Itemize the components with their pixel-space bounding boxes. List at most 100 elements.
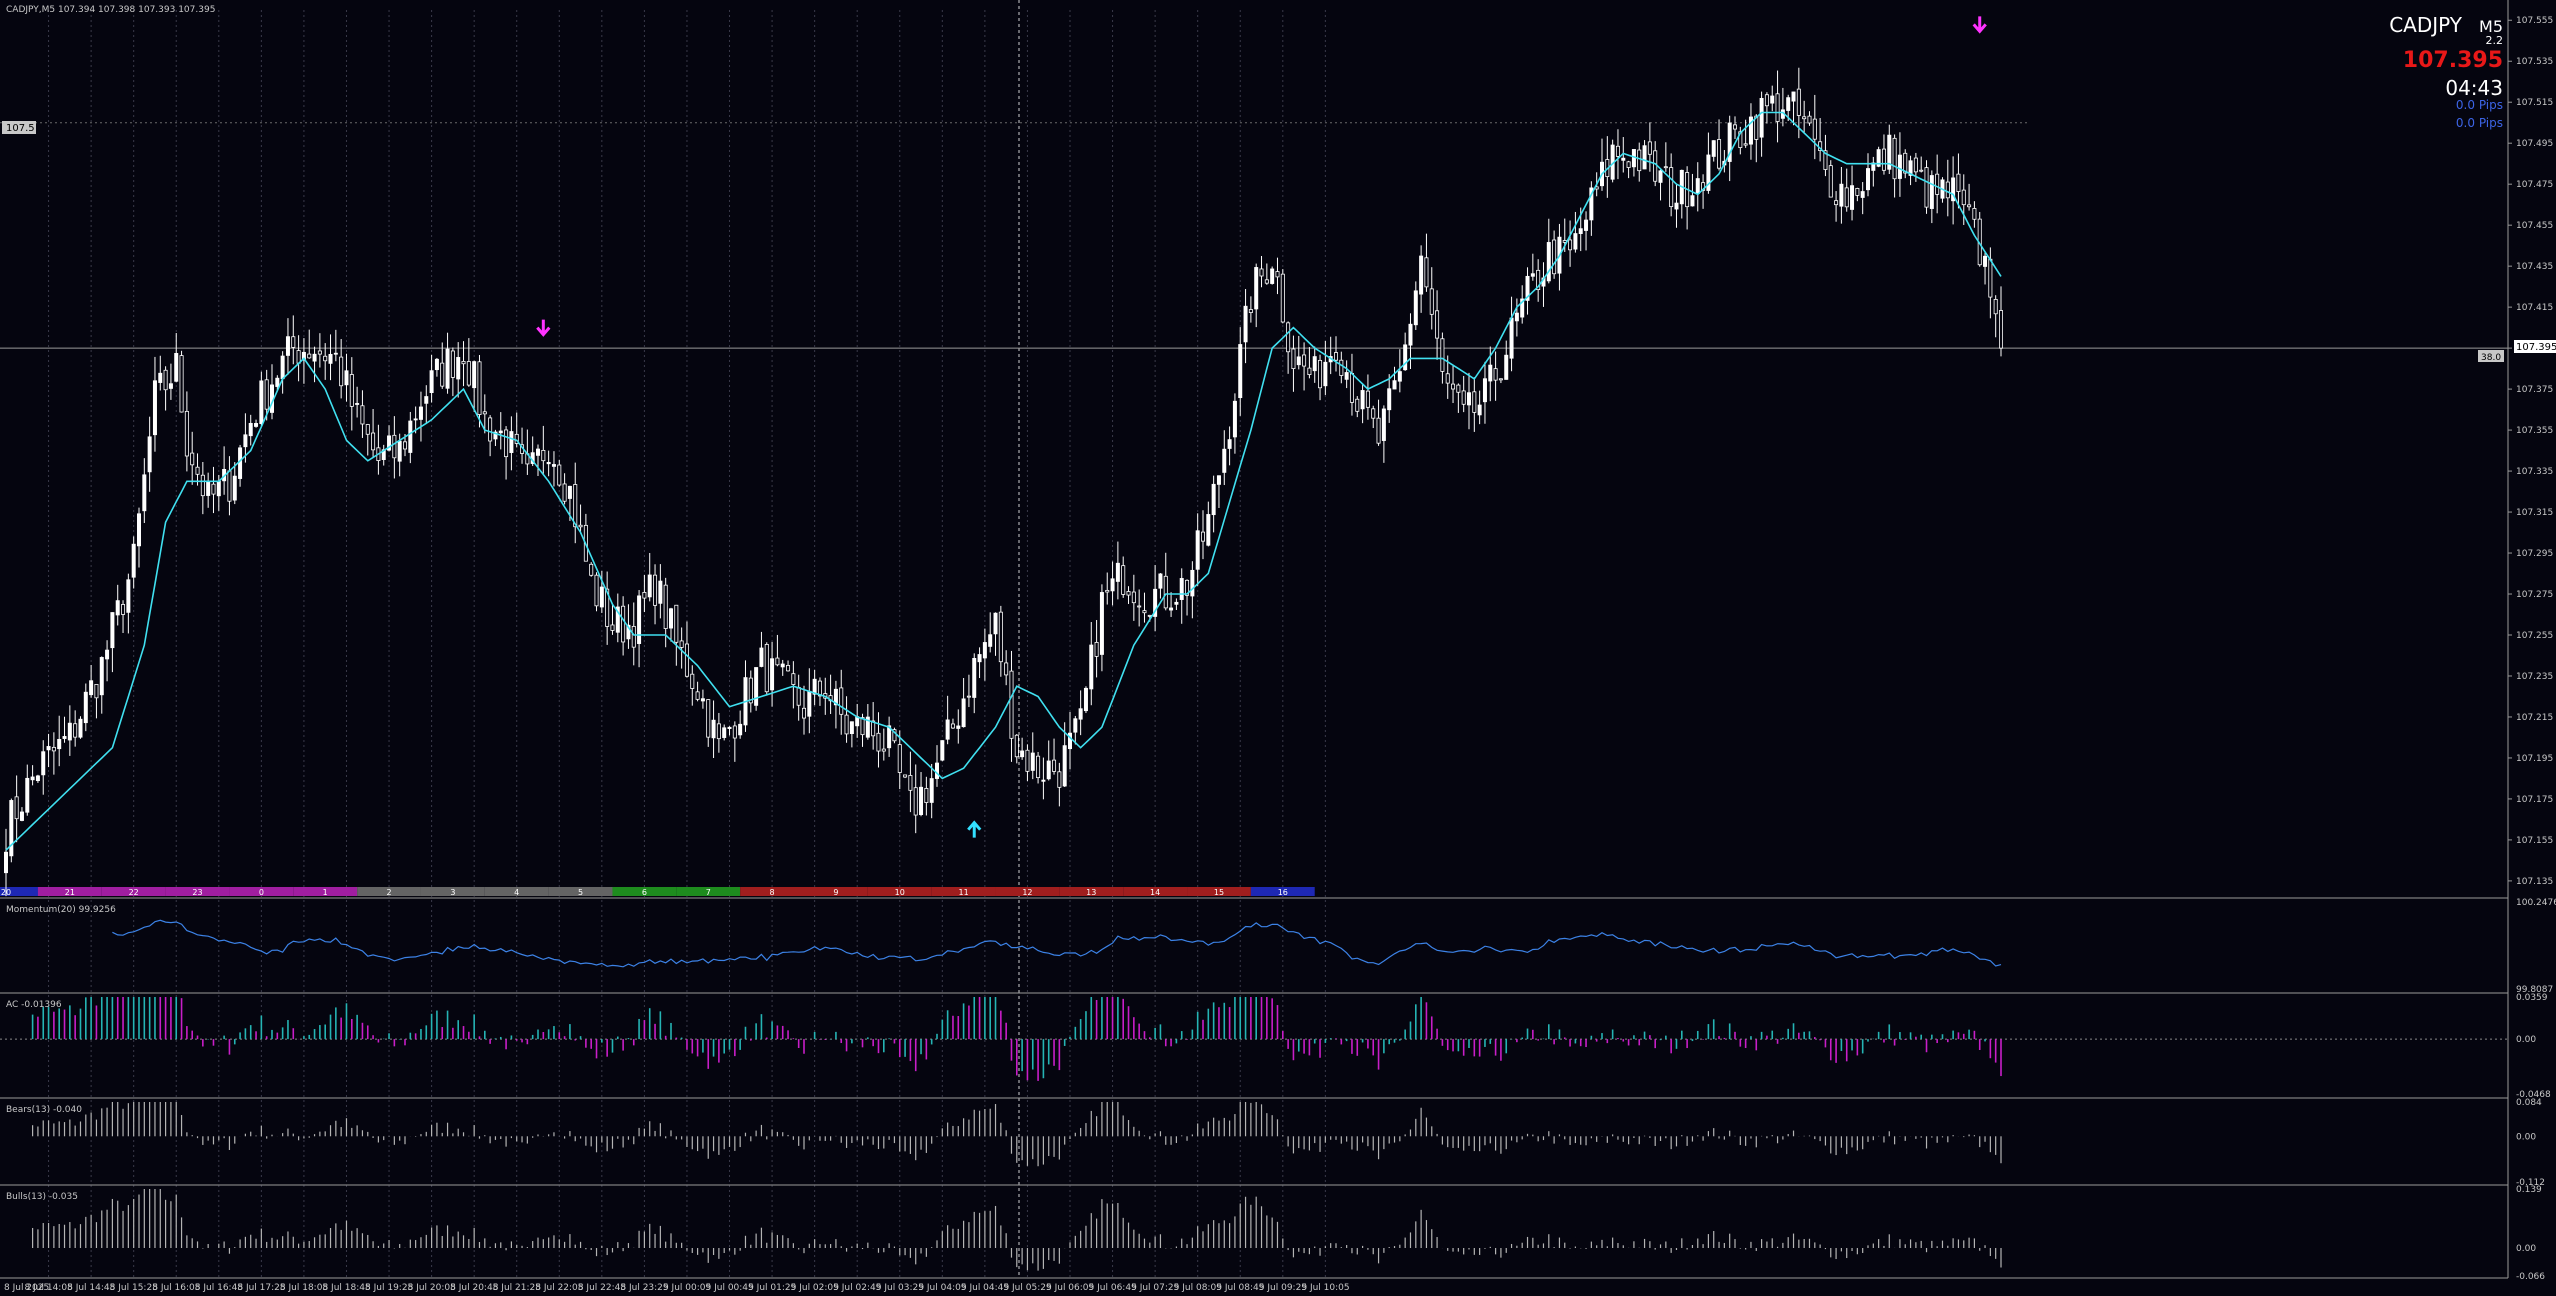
price-tick-label: 107.335: [2516, 467, 2553, 477]
candle-bull: [275, 377, 280, 387]
candle-bear: [1291, 348, 1296, 370]
hour-label: 12: [1022, 888, 1032, 897]
candle-bull: [1227, 439, 1232, 449]
candle-bull: [1046, 760, 1051, 780]
candle-bear: [1280, 273, 1285, 323]
candle-bull: [472, 361, 477, 389]
candle-bear: [1461, 390, 1466, 405]
candle-bear: [1924, 167, 1929, 208]
candle-bear: [360, 405, 365, 425]
candle-bull: [700, 698, 705, 702]
candle-bull: [956, 725, 961, 729]
candle-bull: [46, 746, 51, 751]
candle-bull: [1195, 530, 1200, 570]
time-tick-label: 8 Jul 18:05: [280, 1283, 328, 1293]
candle-bull: [727, 726, 732, 729]
candle-bull: [1690, 195, 1695, 207]
candle-bull: [972, 658, 977, 698]
candle-bear: [1834, 200, 1839, 206]
time-tick-label: 8 Jul 22:45: [578, 1283, 626, 1293]
candle-bull: [1158, 573, 1163, 589]
candle-bear: [1828, 165, 1833, 198]
candle-bull: [1099, 592, 1104, 655]
candle-bull: [993, 612, 998, 635]
candle-bear: [211, 483, 216, 495]
candle-bull: [1211, 483, 1216, 516]
candle-bull: [408, 420, 413, 453]
candle-bear: [1956, 173, 1961, 192]
candle-bull: [1413, 290, 1418, 326]
candle-bull: [599, 586, 604, 608]
candle-bull: [1062, 745, 1067, 787]
candle-bear: [913, 787, 918, 816]
candle-bear: [610, 624, 615, 631]
candle-bull: [1243, 305, 1248, 343]
hour-label: 16: [1278, 888, 1288, 897]
time-tick-label: 8 Jul 15:25: [110, 1283, 158, 1293]
pips-readout-2: 0.0 Pips: [2456, 116, 2503, 130]
symbol-label: CADJPY: [2389, 13, 2463, 37]
candle-bull: [1222, 448, 1227, 473]
hour-label: 15: [1214, 888, 1224, 897]
candle-bull: [1929, 175, 1934, 209]
spread-label: 2.2: [2486, 34, 2504, 47]
candle-bear: [163, 369, 168, 391]
candle-bear: [1371, 408, 1376, 419]
trading-chart[interactable]: 20 21 22 23 0 1 2 3 4 5 6 7 8 9 10 11 12 13 14 15 16 100.247…: [0, 0, 2556, 1296]
time-tick-label: 9 Jul 07:25: [1131, 1283, 1179, 1293]
candle-bull: [1866, 168, 1871, 191]
candle-bear: [642, 592, 647, 599]
time-tick-label: 8 Jul 20:05: [408, 1283, 456, 1293]
candle-bull: [1546, 242, 1551, 282]
candle-bear: [73, 723, 78, 738]
candle-bull: [1232, 400, 1237, 438]
candle-bull: [551, 464, 556, 467]
candle-bear: [1881, 148, 1886, 171]
hour-label: 10: [895, 888, 905, 897]
candle-bear: [1004, 662, 1009, 676]
hour-label: 23: [192, 888, 202, 897]
candle-bear: [339, 356, 344, 387]
candle-bull: [429, 370, 434, 394]
candle-bull: [9, 800, 14, 857]
candle-bear: [1967, 204, 1972, 208]
candle-bull: [1695, 178, 1700, 195]
indicator-tick-label: -0.066: [2516, 1272, 2545, 1282]
candle-bear: [775, 657, 780, 666]
candle-bull: [929, 778, 934, 803]
candle-bull: [397, 440, 402, 462]
candle-bear: [365, 424, 370, 435]
candle-bear: [897, 744, 902, 773]
candle-bull: [1786, 97, 1791, 111]
candle-bear: [1637, 149, 1642, 172]
price-tick-label: 107.555: [2516, 16, 2553, 26]
candle-bull: [647, 574, 652, 598]
candle-bull: [669, 608, 674, 629]
candle-bear: [291, 336, 296, 348]
time-axis: 8 Jul 20258 Jul 14:058 Jul 14:458 Jul 15…: [4, 1283, 1350, 1293]
candle-bull: [1083, 687, 1088, 712]
candle-bull: [658, 580, 663, 604]
candle-bull: [1296, 356, 1301, 366]
time-tick-label: 8 Jul 16:45: [195, 1283, 243, 1293]
candle-bear: [1121, 565, 1126, 595]
candle-bear: [876, 732, 881, 752]
candle-bear: [594, 574, 599, 607]
candle-bear: [541, 449, 546, 462]
price-tick-label: 107.255: [2516, 631, 2553, 641]
indicator-tick-label: 0.00: [2516, 1035, 2536, 1045]
hour-label: 0: [259, 888, 264, 897]
candle-bull: [333, 352, 338, 355]
price-tick-label: 107.135: [2516, 877, 2553, 887]
candle-bear: [1334, 352, 1339, 361]
candle-bull: [30, 776, 35, 781]
candle-bull: [413, 418, 418, 421]
candle-bear: [14, 796, 19, 820]
candle-bear: [1972, 208, 1977, 220]
candle-bull: [546, 461, 551, 465]
candle-bull: [1839, 183, 1844, 207]
candle-bull: [158, 372, 163, 383]
candle-bull: [1573, 233, 1578, 250]
candle-bull: [1270, 268, 1275, 284]
candle-bear: [573, 484, 578, 528]
